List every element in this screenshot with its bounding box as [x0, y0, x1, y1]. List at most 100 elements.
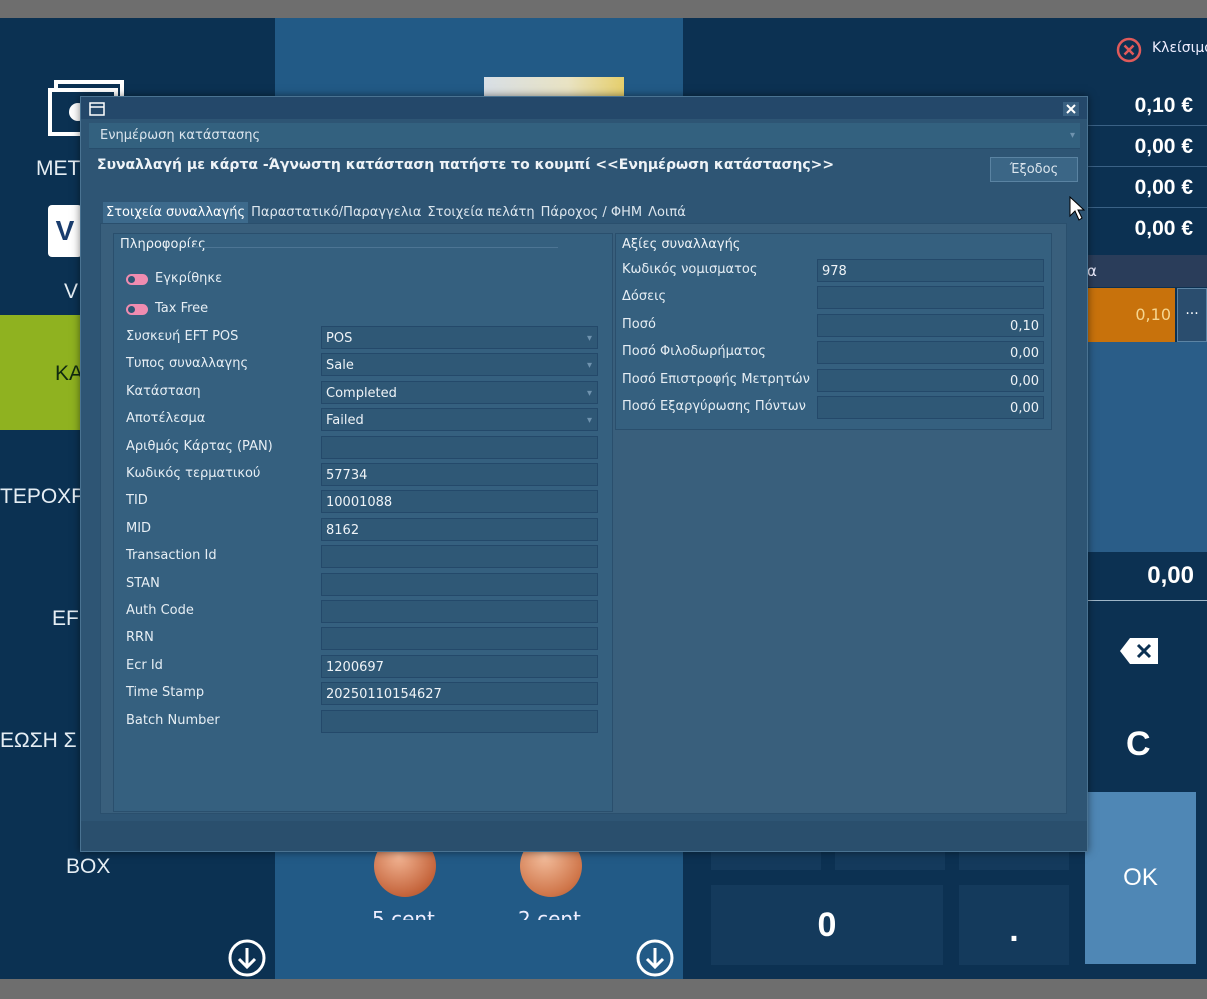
- info-field-value[interactable]: POS ▾: [321, 326, 598, 349]
- dialog-tabs: Στοιχεία συναλλαγής Παραστατικό/Παραγγελι…: [103, 201, 689, 224]
- info-field-value[interactable]: [321, 600, 598, 623]
- card-transaction-dialog: Ενημέρωση κατάστασης ▾ Συναλλαγή με κάρτ…: [80, 96, 1088, 852]
- value-field-label: Κωδικός νομισματος: [622, 262, 758, 277]
- key-decimal[interactable]: .: [959, 885, 1069, 965]
- payments-header-label: α: [1087, 262, 1097, 280]
- chevron-down-icon: ▾: [1069, 130, 1075, 141]
- mouse-cursor-icon: [1069, 195, 1086, 222]
- value-field-label: Ποσό Εξαργύρωσης Πόντων: [622, 399, 806, 414]
- value-field[interactable]: 0,00: [817, 369, 1044, 392]
- info-field-value[interactable]: [321, 627, 598, 650]
- close-icon[interactable]: [1116, 37, 1142, 63]
- info-field-value[interactable]: [321, 545, 598, 568]
- dialog-close-icon[interactable]: [1063, 101, 1079, 116]
- total-divider: [1087, 600, 1207, 601]
- coin-label-5-cent: 5 cent: [372, 907, 435, 920]
- window-icon: [89, 101, 105, 116]
- amount-divider: [1087, 166, 1207, 167]
- info-field-text: Failed: [326, 413, 364, 428]
- dialog-title-bar[interactable]: [81, 97, 1087, 119]
- values-group-title: Αξίες συναλλαγής: [622, 237, 741, 252]
- keypad-key[interactable]: [835, 852, 945, 870]
- backspace-icon[interactable]: [1118, 636, 1160, 666]
- info-group-title: Πληροφορίες: [120, 237, 206, 252]
- info-field-label: Αποτέλεσμα: [126, 411, 206, 426]
- info-field-value[interactable]: Failed ▾: [321, 408, 598, 431]
- info-field-label: MID: [126, 521, 152, 536]
- approved-label: Εγκρίθηκε: [155, 271, 223, 286]
- left-label-1[interactable]: V: [64, 280, 78, 304]
- value-field[interactable]: 0,00: [817, 396, 1044, 419]
- info-field-label: RRN: [126, 630, 154, 645]
- payment-line-amount[interactable]: 0,10: [1087, 288, 1175, 342]
- info-field-label: Transaction Id: [126, 548, 217, 563]
- tax-free-toggle[interactable]: [126, 304, 148, 315]
- tab-document-order[interactable]: Παραστατικό/Παραγγελια: [248, 202, 424, 224]
- value-field[interactable]: 978: [817, 259, 1044, 282]
- close-label[interactable]: Κλείσιμο: [1152, 40, 1207, 56]
- keypad-key[interactable]: [959, 852, 1069, 870]
- keypad-key[interactable]: [711, 852, 821, 870]
- info-field-value[interactable]: [321, 573, 598, 596]
- info-field-value[interactable]: [321, 436, 598, 459]
- tab-transaction-details[interactable]: Στοιχεία συναλλαγής: [103, 202, 249, 224]
- info-field-value[interactable]: [321, 710, 598, 733]
- left-label-4[interactable]: EF: [52, 607, 79, 631]
- value-field[interactable]: 0,00: [817, 341, 1044, 364]
- info-field-value[interactable]: Sale ▾: [321, 353, 598, 376]
- info-field-label: Τυπος συναλλαγης: [126, 356, 249, 371]
- key-zero[interactable]: 0: [711, 885, 943, 965]
- info-field-label: STAN: [126, 576, 160, 591]
- chevron-down-icon: ▾: [586, 415, 592, 426]
- ok-button[interactable]: OK: [1085, 792, 1196, 964]
- info-field-label: Κωδικός τερματικού: [126, 466, 261, 481]
- info-field-value[interactable]: 8162: [321, 518, 598, 541]
- tab-provider-fiscal[interactable]: Πάροχος / ΦΗΜ: [538, 202, 646, 224]
- coin-label-2-cent: 2 cent: [518, 907, 581, 920]
- info-field-label: Συσκευή EFT POS: [126, 329, 239, 344]
- info-field-text: 1200697: [326, 660, 384, 675]
- info-field-text: Completed: [326, 386, 397, 401]
- info-field-label: Κατάσταση: [126, 384, 201, 399]
- approved-toggle[interactable]: [126, 274, 148, 285]
- dialog-status-title: Συναλλαγή με κάρτα -Άγνωστη κατάσταση πα…: [97, 157, 835, 173]
- info-field-text: 10001088: [326, 495, 393, 510]
- info-field-value[interactable]: 10001088: [321, 490, 598, 513]
- info-field-text: POS: [326, 331, 353, 346]
- info-field-value[interactable]: 1200697: [321, 655, 598, 678]
- info-field-value[interactable]: Completed ▾: [321, 381, 598, 404]
- payments-list-area: [1087, 342, 1207, 552]
- chevron-down-icon: ▾: [586, 360, 592, 371]
- left-label-0[interactable]: ΜΕΤ: [36, 157, 80, 181]
- scroll-down-icon[interactable]: [227, 938, 267, 978]
- value-field-label: Ποσό Φιλοδωρήματος: [622, 344, 766, 359]
- amount-divider: [1087, 207, 1207, 208]
- value-field-label: Ποσό Επιστροφής Μετρητών: [622, 372, 810, 387]
- amount-divider: [1087, 125, 1207, 126]
- info-field-value[interactable]: 20250110154627: [321, 682, 598, 705]
- visa-icon: V: [48, 205, 82, 257]
- payment-line-more-button[interactable]: ···: [1177, 288, 1207, 342]
- info-field-value[interactable]: 57734: [321, 463, 598, 486]
- action-dropdown-value: Ενημέρωση κατάστασης: [100, 128, 261, 143]
- exit-button[interactable]: Έξοδος: [990, 157, 1078, 182]
- dialog-footer: [81, 821, 1087, 851]
- tab-other[interactable]: Λοιπά: [645, 202, 689, 224]
- tax-free-label: Tax Free: [155, 301, 209, 316]
- info-field-label: TID: [126, 493, 148, 508]
- action-dropdown[interactable]: Ενημέρωση κατάστασης ▾: [89, 123, 1080, 149]
- tab-customer-details[interactable]: Στοιχεία πελάτη: [424, 202, 537, 224]
- info-field-label: Ecr Id: [126, 658, 163, 673]
- value-field[interactable]: [817, 286, 1044, 309]
- payments-header: [1087, 255, 1207, 287]
- info-field-text: Sale: [326, 358, 354, 373]
- info-field-text: 20250110154627: [326, 687, 442, 702]
- scroll-down-icon-2[interactable]: [635, 938, 675, 978]
- info-field-text: 8162: [326, 523, 360, 538]
- left-label-5[interactable]: ΕΩΣΗ Σ: [0, 729, 77, 753]
- left-label-3[interactable]: ΤΕΡΟΧΡ: [0, 485, 85, 509]
- value-field[interactable]: 0,10: [817, 314, 1044, 337]
- info-field-text: 57734: [326, 468, 368, 483]
- left-label-6[interactable]: BOX: [66, 855, 110, 879]
- clear-key[interactable]: C: [1126, 725, 1151, 764]
